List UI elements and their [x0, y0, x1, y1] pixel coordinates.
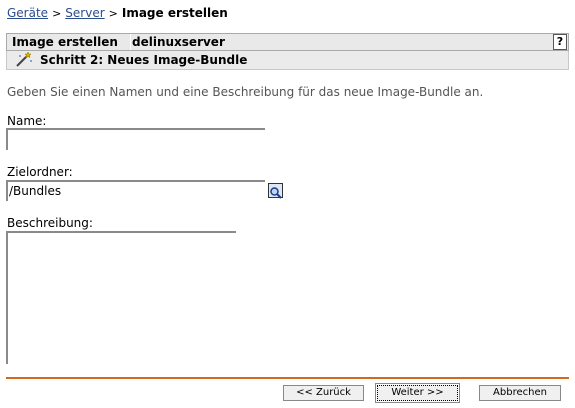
next-button[interactable]: Weiter >> — [375, 383, 460, 403]
footer-divider — [6, 377, 569, 379]
target-folder-value: /Bundles — [9, 184, 62, 198]
description-label: Beschreibung: — [7, 216, 93, 230]
wand-icon — [16, 52, 32, 67]
browse-folder-button[interactable] — [268, 183, 283, 199]
server-name: delinuxserver — [132, 35, 225, 49]
step-header: Schritt 2: Neues Image-Bundle — [6, 51, 569, 70]
description-textarea[interactable] — [6, 231, 236, 364]
cancel-button[interactable]: Abbrechen — [479, 385, 561, 401]
breadcrumb: Geräte > Server > Image erstellen — [7, 6, 228, 21]
instructions-text: Geben Sie einen Namen und eine Beschreib… — [7, 85, 484, 99]
title-bar: Image erstellen delinuxserver ? — [6, 33, 569, 51]
target-folder-input[interactable]: /Bundles — [6, 180, 265, 201]
name-label: Name: — [7, 114, 47, 128]
page-title: Image erstellen — [7, 34, 131, 50]
breadcrumb-link-server[interactable]: Server — [65, 6, 104, 20]
wizard-page: Geräte > Server > Image erstellen Image erst… — [0, 0, 575, 408]
breadcrumb-current: Image erstellen — [121, 6, 228, 20]
help-button[interactable]: ? — [553, 34, 567, 50]
chevron-right-icon: > — [52, 7, 62, 20]
chevron-right-icon: > — [108, 7, 118, 20]
magnifier-icon — [270, 187, 282, 199]
name-input[interactable] — [6, 128, 265, 150]
back-button[interactable]: << Zurück — [283, 385, 364, 401]
folder-label: Zielordner: — [7, 165, 73, 179]
breadcrumb-link-geraete[interactable]: Geräte — [7, 6, 48, 20]
step-title: Schritt 2: Neues Image-Bundle — [40, 53, 248, 67]
